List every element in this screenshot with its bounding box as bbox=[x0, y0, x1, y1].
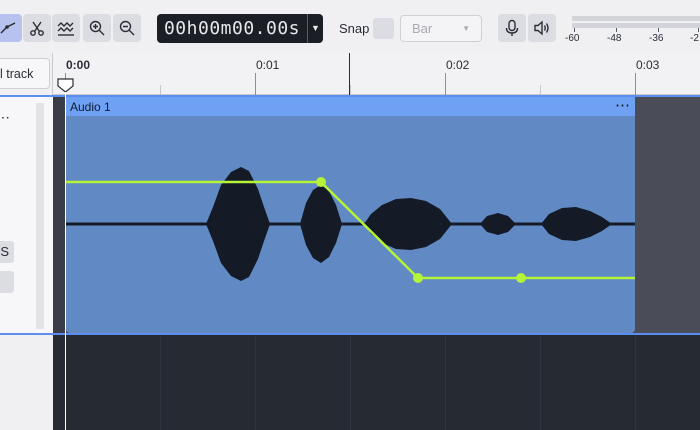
meter-label: -36 bbox=[649, 33, 664, 44]
add-track-label: l track bbox=[0, 67, 34, 81]
track-lane-gutter bbox=[53, 97, 65, 333]
scissors-split-icon bbox=[30, 21, 44, 36]
envelope-point[interactable] bbox=[316, 177, 326, 187]
meter-label: -60 bbox=[565, 33, 580, 44]
add-track-button[interactable]: l track bbox=[0, 58, 50, 89]
solo-button[interactable]: S bbox=[0, 241, 14, 263]
grid-line bbox=[255, 336, 256, 430]
envelope-curve-icon bbox=[0, 22, 16, 34]
clip-menu-button[interactable]: ⋯ bbox=[615, 97, 631, 114]
ruler-tick bbox=[160, 85, 161, 95]
meter-label: -48 bbox=[607, 33, 622, 44]
timeline-label: 0:00 bbox=[66, 58, 91, 72]
playhead-handle[interactable] bbox=[57, 78, 74, 93]
timeline-label: 0:03 bbox=[636, 58, 660, 72]
snap-label: Snap bbox=[339, 21, 370, 36]
timeline-label: 0:01 bbox=[256, 58, 280, 72]
playhead-line bbox=[65, 92, 66, 430]
timeline-ruler[interactable]: 0:00 0:01 0:02 0:03 bbox=[53, 53, 700, 95]
time-format-dropdown[interactable]: ▼ bbox=[307, 14, 323, 43]
chevron-down-icon: ▼ bbox=[311, 23, 320, 33]
track-effects-button[interactable] bbox=[0, 271, 14, 293]
microphone-icon bbox=[505, 19, 519, 36]
grid-line bbox=[350, 336, 351, 430]
edit-cursor-line bbox=[349, 53, 350, 95]
meter-scale: -60 -48 -36 -2 bbox=[563, 33, 700, 45]
record-level-meter bbox=[572, 16, 700, 21]
split-tool-button[interactable] bbox=[23, 14, 51, 42]
timeline-label: 0:02 bbox=[446, 58, 470, 72]
zoom-in-button[interactable] bbox=[83, 14, 111, 42]
ruler-tick bbox=[445, 73, 446, 95]
snap-select-value: Bar bbox=[412, 21, 433, 36]
time-display[interactable]: 00h00m00.00s bbox=[157, 14, 307, 43]
clip-canvas bbox=[66, 167, 635, 283]
ruler-tick bbox=[255, 73, 256, 95]
zoom-out-button[interactable] bbox=[113, 14, 141, 42]
clip-header[interactable]: Audio 1 ⋯ bbox=[66, 97, 635, 116]
record-meter-button[interactable] bbox=[498, 14, 526, 42]
playback-level-meter bbox=[572, 23, 700, 28]
playback-meter-button[interactable] bbox=[528, 14, 556, 42]
empty-tracks-area[interactable] bbox=[53, 336, 700, 430]
envelope-tool-button[interactable] bbox=[0, 14, 22, 42]
ruler-tick bbox=[635, 73, 636, 95]
envelope-point[interactable] bbox=[516, 273, 526, 283]
grid-line bbox=[160, 336, 161, 430]
clip-title: Audio 1 bbox=[70, 100, 111, 114]
track-panel-empty bbox=[0, 336, 53, 430]
multi-tool-button[interactable] bbox=[52, 14, 80, 42]
chevron-down-icon: ▼ bbox=[462, 24, 470, 33]
waveform bbox=[364, 198, 452, 250]
snap-select[interactable]: Bar ▼ bbox=[400, 15, 482, 42]
speaker-icon bbox=[534, 20, 549, 36]
waveform bbox=[480, 213, 516, 235]
ruler-tick bbox=[540, 85, 541, 95]
snap-checkbox[interactable] bbox=[373, 18, 394, 39]
grid-line bbox=[635, 336, 636, 430]
meter-label: -2 bbox=[690, 33, 699, 44]
track-header[interactable]: ⋯ S bbox=[0, 95, 53, 335]
grid-line bbox=[445, 336, 446, 430]
track-header-scrollbar[interactable] bbox=[36, 103, 44, 329]
envelope-point[interactable] bbox=[413, 273, 423, 283]
wave-multi-icon bbox=[57, 22, 74, 36]
zoom-in-icon bbox=[89, 20, 105, 36]
waveform bbox=[196, 167, 270, 281]
zoom-out-icon bbox=[119, 20, 135, 36]
track-menu-button[interactable]: ⋯ bbox=[0, 109, 11, 126]
ruler-tick bbox=[350, 85, 351, 95]
toolbar: 00h00m00.00s ▼ Snap Bar ▼ -60 -48 -36 -2 bbox=[0, 0, 700, 58]
audio-clip[interactable]: Audio 1 ⋯ bbox=[66, 97, 635, 333]
waveform bbox=[541, 207, 612, 241]
grid-line bbox=[540, 336, 541, 430]
